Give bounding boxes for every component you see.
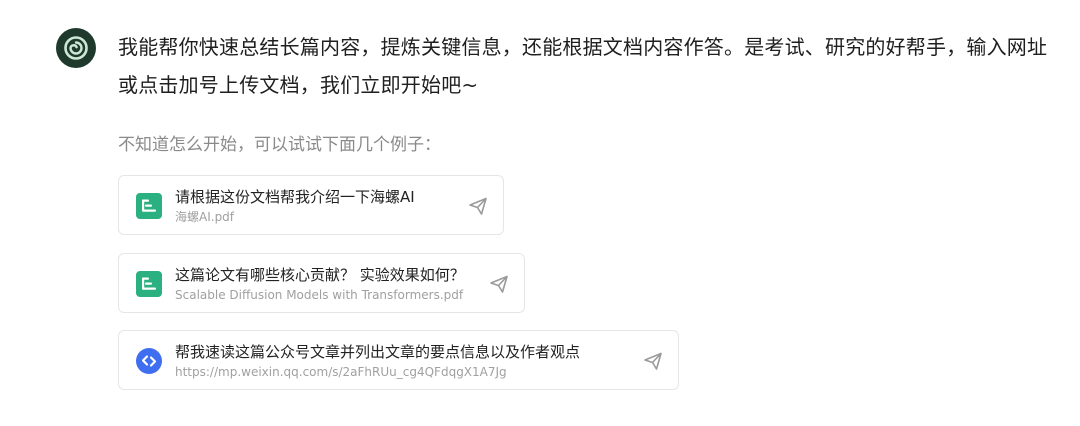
- link-icon: [136, 348, 162, 374]
- example-card-3[interactable]: 帮我速读这篇公众号文章并列出文章的要点信息以及作者观点 https://mp.w…: [118, 330, 679, 390]
- example-title: 请根据这份文档帮我介绍一下海螺AI: [175, 188, 415, 206]
- examples-hint: 不知道怎么开始，可以试试下面几个例子：: [118, 135, 441, 155]
- example-title: 帮我速读这篇公众号文章并列出文章的要点信息以及作者观点: [175, 343, 581, 361]
- send-icon[interactable]: [467, 195, 489, 217]
- assistant-avatar: [56, 28, 96, 68]
- example-title: 这篇论文有哪些核心贡献？ 实验效果如何？: [175, 266, 465, 284]
- example-filename: 海螺AI.pdf: [175, 210, 235, 224]
- document-icon: [136, 193, 162, 219]
- example-filename: Scalable Diffusion Models with Transform…: [175, 288, 464, 302]
- send-icon[interactable]: [488, 273, 510, 295]
- chat-welcome-panel: 我能帮你快速总结长篇内容，提炼关键信息，还能根据文档内容作答。是考试、研究的好帮…: [0, 0, 1080, 426]
- example-url: https://mp.weixin.qq.com/s/2aFhRUu_cg4QF…: [175, 365, 507, 379]
- example-card-1[interactable]: 请根据这份文档帮我介绍一下海螺AI 海螺AI.pdf: [118, 175, 504, 235]
- snail-logo-icon: [64, 36, 88, 60]
- example-card-2[interactable]: 这篇论文有哪些核心贡献？ 实验效果如何？ Scalable Diffusion …: [118, 253, 525, 313]
- assistant-intro-message: 我能帮你快速总结长篇内容，提炼关键信息，还能根据文档内容作答。是考试、研究的好帮…: [118, 35, 1048, 97]
- send-icon[interactable]: [642, 350, 664, 372]
- document-icon: [136, 271, 162, 297]
